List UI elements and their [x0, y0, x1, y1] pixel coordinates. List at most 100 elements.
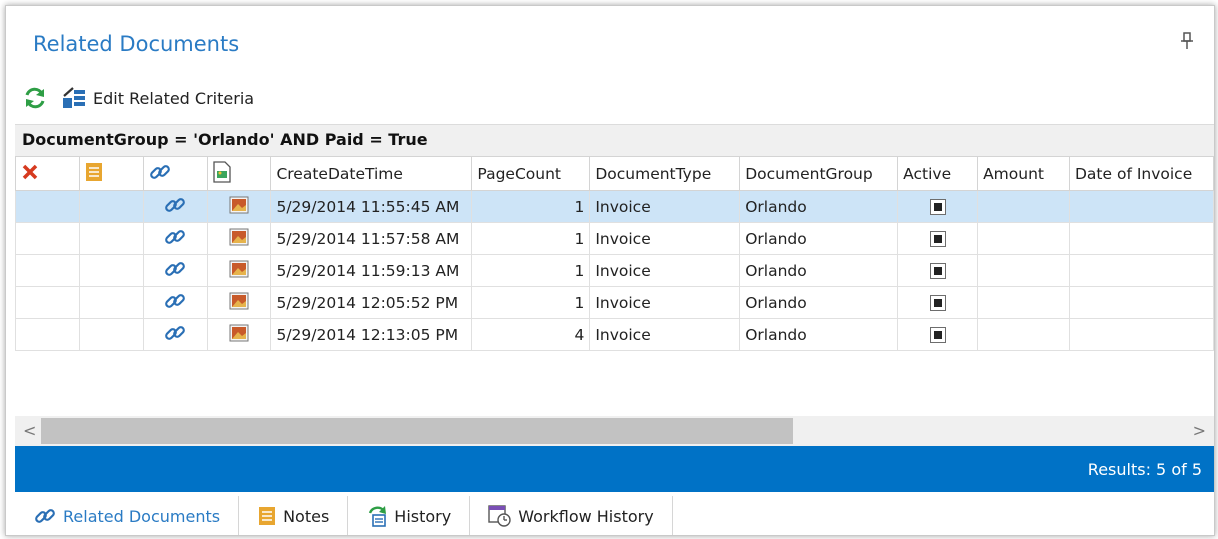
create-date-time-cell[interactable]: 5/29/2014 11:59:13 AM	[270, 254, 473, 287]
document-type-cell[interactable]: Invoice	[589, 254, 741, 287]
header-amount[interactable]: Amount	[977, 156, 1070, 191]
active-cell[interactable]	[897, 318, 979, 351]
document-group-cell[interactable]: Orlando	[739, 222, 899, 255]
empty-cell	[978, 351, 1070, 383]
empty-cell	[898, 382, 978, 413]
document-type-cell[interactable]: Invoice	[589, 318, 741, 351]
related-documents-panel: Related Documents Edit Related Criteria	[5, 5, 1215, 536]
header-active[interactable]: Active	[897, 156, 979, 191]
notes-cell[interactable]	[78, 190, 144, 223]
tab-related-documents[interactable]: Related Documents	[15, 496, 240, 535]
scroll-right-icon[interactable]: >	[1193, 421, 1206, 440]
active-cell[interactable]	[897, 286, 979, 319]
page-count-cell[interactable]: 1	[471, 222, 591, 255]
active-checkbox[interactable]	[929, 263, 946, 279]
document-group-cell[interactable]: Orlando	[739, 190, 899, 223]
document-group-cell[interactable]: Orlando	[739, 286, 899, 319]
header-thumbnail[interactable]	[206, 156, 272, 191]
toolbar: Edit Related Criteria	[23, 83, 268, 113]
empty-cell	[898, 351, 978, 383]
create-date-time-cell[interactable]: 5/29/2014 11:57:58 AM	[270, 222, 473, 255]
table-row[interactable]: 5/29/2014 11:55:45 AM 1 Invoice Orlando	[15, 190, 1214, 223]
active-cell[interactable]	[897, 222, 979, 255]
table-row[interactable]: 5/29/2014 11:59:13 AM 1 Invoice Orlando	[15, 254, 1214, 287]
refresh-button[interactable]	[23, 86, 47, 110]
delete-cell[interactable]	[15, 222, 80, 255]
scrollbar-thumb[interactable]	[41, 418, 793, 444]
amount-cell[interactable]	[977, 190, 1070, 223]
amount-cell[interactable]	[977, 254, 1070, 287]
document-group-cell[interactable]: Orlando	[739, 318, 899, 351]
table-row[interactable]: 5/29/2014 12:05:52 PM 1 Invoice Orlando	[15, 286, 1214, 319]
date-of-invoice-cell[interactable]	[1068, 254, 1214, 287]
table-row[interactable]: 5/29/2014 11:57:58 AM 1 Invoice Orlando	[15, 222, 1214, 255]
document-group-cell[interactable]: Orlando	[739, 254, 899, 287]
tab-notes[interactable]: Notes	[239, 496, 349, 535]
tab-workflow-history[interactable]: Workflow History	[470, 496, 673, 535]
active-checkbox[interactable]	[929, 231, 946, 247]
notes-cell[interactable]	[78, 318, 144, 351]
notes-cell[interactable]	[78, 222, 144, 255]
create-date-time-cell[interactable]: 5/29/2014 12:13:05 PM	[270, 318, 473, 351]
document-type-cell[interactable]: Invoice	[589, 286, 741, 319]
empty-cell	[207, 382, 271, 413]
empty-cell	[740, 382, 898, 413]
active-cell[interactable]	[897, 190, 979, 223]
header-document-type[interactable]: DocumentType	[589, 156, 741, 191]
header-delete[interactable]	[15, 156, 80, 191]
workflow-history-icon	[488, 505, 511, 527]
scroll-left-icon[interactable]: <	[23, 421, 36, 440]
thumbnail-cell[interactable]	[206, 318, 272, 351]
amount-cell[interactable]	[977, 318, 1070, 351]
document-thumbnail-icon	[229, 260, 249, 277]
amount-cell[interactable]	[977, 222, 1070, 255]
page-count-cell[interactable]: 1	[471, 286, 591, 319]
header-date-of-invoice[interactable]: Date of Invoice	[1068, 156, 1214, 191]
date-of-invoice-cell[interactable]	[1068, 318, 1214, 351]
date-of-invoice-cell[interactable]	[1068, 222, 1214, 255]
thumbnail-cell[interactable]	[206, 190, 272, 223]
tab-history[interactable]: History	[348, 496, 471, 535]
notes-cell[interactable]	[78, 286, 144, 319]
horizontal-scrollbar[interactable]: < >	[15, 416, 1214, 446]
bottom-tab-strip: Related Documents Notes History Workflow…	[15, 496, 673, 535]
link-cell[interactable]	[142, 286, 208, 319]
header-page-count[interactable]: PageCount	[471, 156, 591, 191]
amount-cell[interactable]	[977, 286, 1070, 319]
active-checkbox[interactable]	[929, 199, 946, 215]
page-count-cell[interactable]: 1	[471, 254, 591, 287]
link-cell[interactable]	[142, 318, 208, 351]
active-checkbox[interactable]	[929, 327, 946, 343]
date-of-invoice-cell[interactable]	[1068, 190, 1214, 223]
create-date-time-cell[interactable]: 5/29/2014 11:55:45 AM	[270, 190, 473, 223]
delete-cell[interactable]	[15, 318, 80, 351]
page-count-cell[interactable]: 1	[471, 190, 591, 223]
notes-cell[interactable]	[78, 254, 144, 287]
edit-related-criteria-button[interactable]: Edit Related Criteria	[61, 86, 254, 110]
link-cell[interactable]	[142, 254, 208, 287]
thumbnail-cell[interactable]	[206, 222, 272, 255]
page-count-cell[interactable]: 4	[471, 318, 591, 351]
header-link[interactable]	[142, 156, 208, 191]
empty-row	[16, 351, 1214, 383]
delete-cell[interactable]	[15, 254, 80, 287]
notes-icon	[259, 507, 276, 525]
active-cell[interactable]	[897, 254, 979, 287]
link-cell[interactable]	[142, 222, 208, 255]
date-of-invoice-cell[interactable]	[1068, 286, 1214, 319]
link-cell[interactable]	[142, 190, 208, 223]
header-notes[interactable]	[78, 156, 144, 191]
document-type-cell[interactable]: Invoice	[589, 190, 741, 223]
active-checkbox[interactable]	[929, 295, 946, 311]
header-create-date-time[interactable]: CreateDateTime	[270, 156, 473, 191]
thumbnail-cell[interactable]	[206, 254, 272, 287]
create-date-time-cell[interactable]: 5/29/2014 12:05:52 PM	[270, 286, 473, 319]
header-document-group[interactable]: DocumentGroup	[739, 156, 899, 191]
document-type-cell[interactable]: Invoice	[589, 222, 741, 255]
thumbnail-cell[interactable]	[206, 286, 272, 319]
table-row[interactable]: 5/29/2014 12:13:05 PM 4 Invoice Orlando	[15, 318, 1214, 351]
delete-cell[interactable]	[15, 190, 80, 223]
delete-cell[interactable]	[15, 286, 80, 319]
pin-icon[interactable]	[1180, 32, 1194, 50]
empty-cell	[590, 351, 740, 383]
